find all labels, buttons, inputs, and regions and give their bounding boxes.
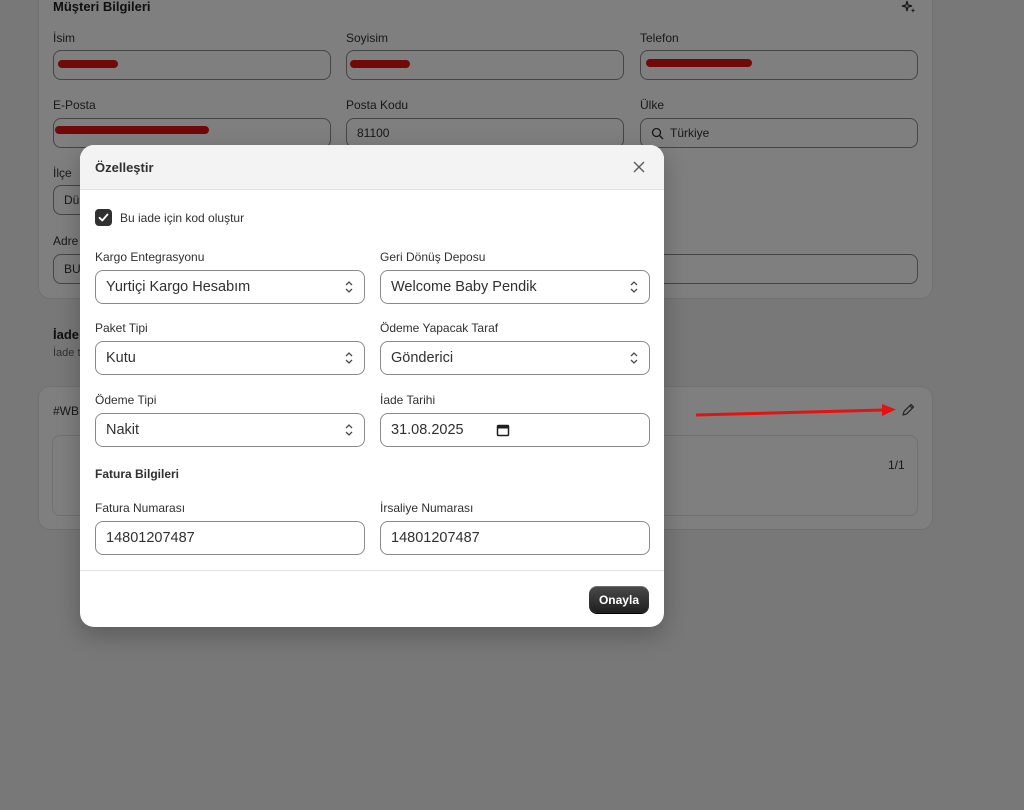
- chevron-updown-icon: [345, 424, 353, 436]
- cargo-select[interactable]: Yurtiçi Kargo Hesabım: [95, 270, 365, 304]
- warehouse-value: Welcome Baby Pendik: [391, 279, 537, 295]
- waybill-number-value: 14801207487: [391, 530, 480, 546]
- modal-footer: Onayla: [80, 570, 664, 627]
- create-code-label: Bu iade için kod oluştur: [120, 210, 245, 225]
- payment-type-value: Nakit: [106, 422, 140, 438]
- close-button[interactable]: [629, 157, 649, 177]
- payment-type-select[interactable]: Nakit: [95, 413, 365, 447]
- invoice-number-label: Fatura Numarası: [95, 501, 186, 515]
- payer-label: Ödeme Yapacak Taraf: [380, 321, 499, 335]
- return-date-input[interactable]: 31.08.2025: [380, 413, 650, 447]
- modal-body: Bu iade için kod oluştur Kargo Entegrasy…: [80, 190, 664, 570]
- modal-title: Özelleştir: [95, 159, 154, 175]
- annotation-arrow: [696, 404, 896, 417]
- modal-header: Özelleştir: [80, 145, 664, 190]
- waybill-number-input[interactable]: 14801207487: [380, 521, 650, 555]
- invoice-number-value: 14801207487: [106, 530, 195, 546]
- pencil-icon[interactable]: [900, 402, 916, 418]
- close-icon: [633, 161, 645, 173]
- payer-select[interactable]: Gönderici: [380, 341, 650, 375]
- invoice-number-input[interactable]: 14801207487: [95, 521, 365, 555]
- chevron-updown-icon: [345, 281, 353, 293]
- create-code-checkbox-row[interactable]: Bu iade için kod oluştur: [95, 209, 244, 226]
- check-icon: [98, 213, 109, 222]
- payment-type-label: Ödeme Tipi: [95, 393, 157, 407]
- chevron-updown-icon: [345, 352, 353, 364]
- package-label: Paket Tipi: [95, 321, 148, 335]
- warehouse-select[interactable]: Welcome Baby Pendik: [380, 270, 650, 304]
- package-value: Kutu: [106, 350, 136, 366]
- chevron-updown-icon: [630, 281, 638, 293]
- confirm-button[interactable]: Onayla: [588, 586, 649, 613]
- return-date-value: 31.08.2025: [391, 422, 464, 438]
- cargo-value: Yurtiçi Kargo Hesabım: [106, 279, 251, 295]
- invoice-section-title: Fatura Bilgileri: [95, 467, 180, 481]
- customize-modal: Özelleştir Bu iade için kod oluştur Karg…: [80, 145, 664, 627]
- chevron-updown-icon: [630, 352, 638, 364]
- cargo-label: Kargo Entegrasyonu: [95, 250, 205, 264]
- payer-value: Gönderici: [391, 350, 454, 366]
- waybill-number-label: İrsaliye Numarası: [380, 501, 474, 515]
- warehouse-label: Geri Dönüş Deposu: [380, 250, 486, 264]
- create-code-checkbox[interactable]: [95, 209, 112, 226]
- package-select[interactable]: Kutu: [95, 341, 365, 375]
- return-date-label: İade Tarihi: [380, 393, 436, 407]
- calendar-icon[interactable]: [496, 423, 510, 437]
